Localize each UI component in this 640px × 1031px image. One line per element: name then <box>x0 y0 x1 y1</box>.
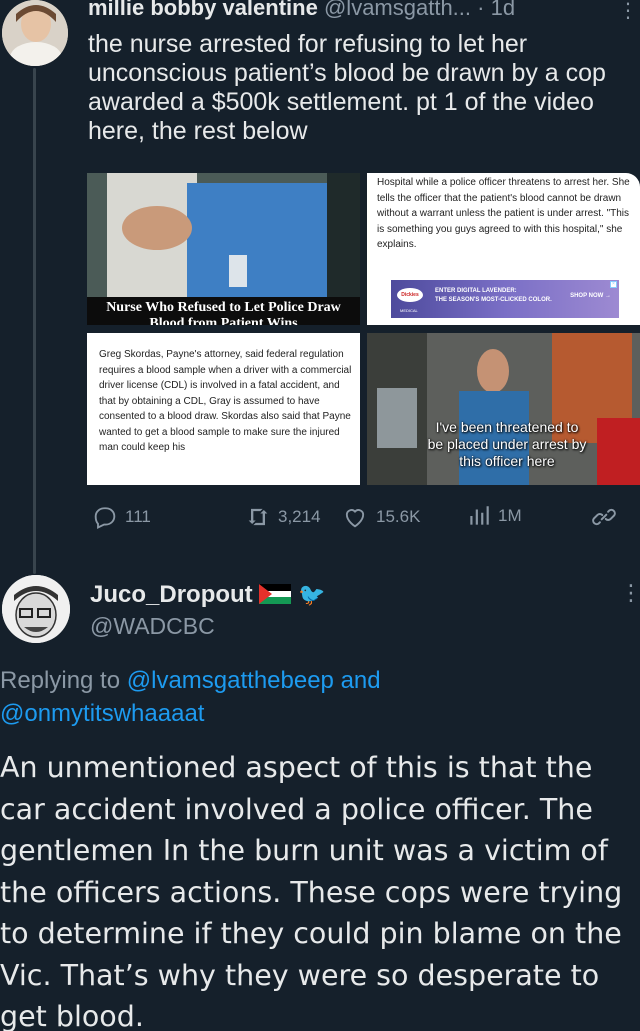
timestamp[interactable]: 1d <box>491 0 515 20</box>
view-count: 1M <box>498 506 522 525</box>
avatar[interactable] <box>2 0 68 66</box>
more-options-icon[interactable]: ⋮ <box>618 0 638 23</box>
author-name[interactable]: Juco_Dropout 🐦 <box>90 581 325 609</box>
author-name[interactable]: millie bobby valentine <box>88 0 318 20</box>
tweet-image-1[interactable]: Nurse Who Refused to Let Police Draw Blo… <box>87 173 360 325</box>
reply-button[interactable]: 111 <box>91 503 151 531</box>
separator: · <box>477 0 485 20</box>
mention-conjunction: and <box>340 667 381 694</box>
ad-banner[interactable]: Dickies ENTER DIGITAL LAVENDER: THE SEAS… <box>391 280 619 318</box>
ad-close-icon[interactable]: × <box>610 281 617 288</box>
palestine-flag-icon <box>259 584 292 604</box>
more-options-icon[interactable]: ⋮ <box>620 582 640 604</box>
like-count: 15.6K <box>376 507 421 526</box>
author-handle[interactable]: @WADCBC <box>90 613 215 640</box>
like-button[interactable]: 15.6K <box>340 503 420 531</box>
share-link-icon <box>592 508 616 526</box>
ad-shop-button[interactable]: SHOP NOW → <box>570 293 611 299</box>
article-text: Greg Skordas, Payne's attorney, said fed… <box>99 349 352 453</box>
mention-link[interactable]: @onmytitswhaaaat <box>0 700 204 727</box>
reply-count: 111 <box>125 507 151 526</box>
dickies-logo: Dickies <box>397 288 423 302</box>
tweet-header: millie bobby valentine @lvamsgatth... · … <box>88 0 515 22</box>
share-button[interactable] <box>590 503 618 531</box>
ad-title: ENTER DIGITAL LAVENDER: THE SEASON'S MOS… <box>435 288 552 303</box>
tweet-image-4[interactable]: I've been threatened to be placed under … <box>367 333 640 485</box>
mention-link[interactable]: @lvamsgatthebeep <box>127 667 334 694</box>
ad-sub: MEDICAL <box>400 308 418 313</box>
heart-icon <box>345 509 365 528</box>
repost-icon <box>248 508 268 526</box>
replying-to: Replying to @lvamsgatthebeep and @onmyti… <box>0 667 381 727</box>
video-subtitle: I've been threatened to be placed under … <box>427 419 587 469</box>
thread-line <box>33 68 36 574</box>
bird-icon: 🐦 <box>298 582 326 607</box>
tweet-text: An unmentioned aspect of this is that th… <box>0 751 623 1031</box>
repost-button[interactable]: 3,214 <box>244 503 321 531</box>
repost-count: 3,214 <box>278 507 321 526</box>
article-text: Hospital while a police officer threaten… <box>377 177 630 250</box>
avatar[interactable] <box>2 575 70 643</box>
views-icon <box>470 506 489 525</box>
reply-icon <box>94 507 116 529</box>
image-caption: Nurse Who Refused to Let Police Draw Blo… <box>87 297 360 325</box>
tweet-image-3[interactable]: Greg Skordas, Payne's attorney, said fed… <box>87 333 360 485</box>
views-button[interactable]: 1M <box>466 503 522 529</box>
tweet-text: the nurse arrested for refusing to let h… <box>88 30 606 145</box>
tweet-image-2[interactable]: Hospital while a police officer threaten… <box>367 173 640 325</box>
author-handle[interactable]: @lvamsgatth... <box>324 0 471 20</box>
